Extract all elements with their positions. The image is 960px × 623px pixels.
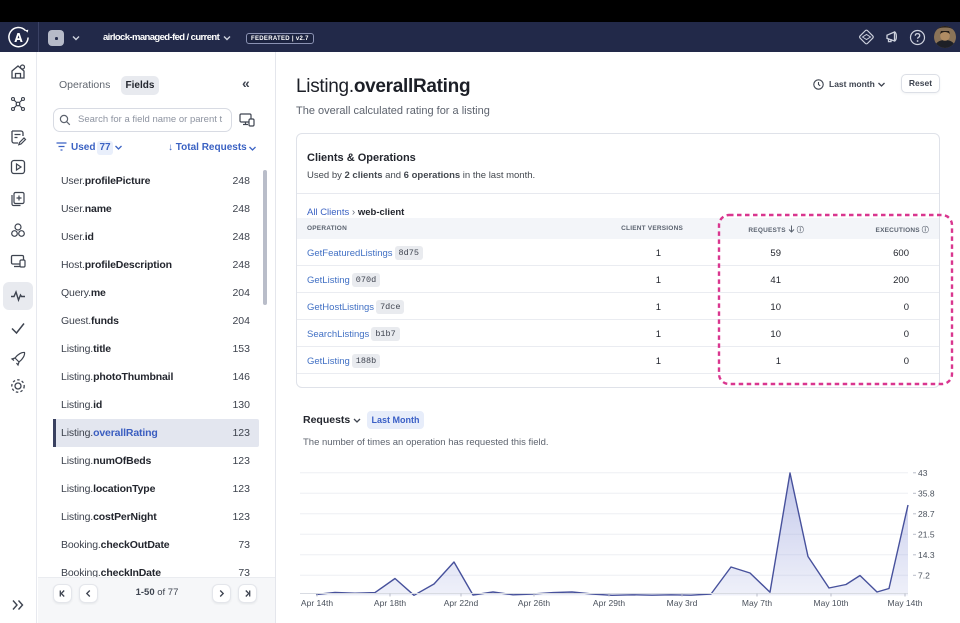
- svg-text:Apr 14th: Apr 14th: [301, 598, 333, 608]
- svg-text:35.8: 35.8: [918, 488, 935, 498]
- svg-text:Apr 26th: Apr 26th: [518, 598, 550, 608]
- svg-text:May 10th: May 10th: [814, 598, 849, 608]
- svg-text:Apr 18th: Apr 18th: [374, 598, 406, 608]
- svg-text:43: 43: [918, 468, 928, 478]
- svg-text:21.5: 21.5: [918, 529, 935, 539]
- svg-text:May 3rd: May 3rd: [667, 598, 698, 608]
- svg-text:28.7: 28.7: [918, 509, 935, 519]
- svg-text:Apr 22nd: Apr 22nd: [444, 598, 479, 608]
- svg-text:May 14th: May 14th: [888, 598, 923, 608]
- svg-text:May 7th: May 7th: [742, 598, 773, 608]
- svg-text:7.2: 7.2: [918, 570, 930, 580]
- svg-text:14.3: 14.3: [918, 550, 935, 560]
- svg-text:Apr 29th: Apr 29th: [593, 598, 625, 608]
